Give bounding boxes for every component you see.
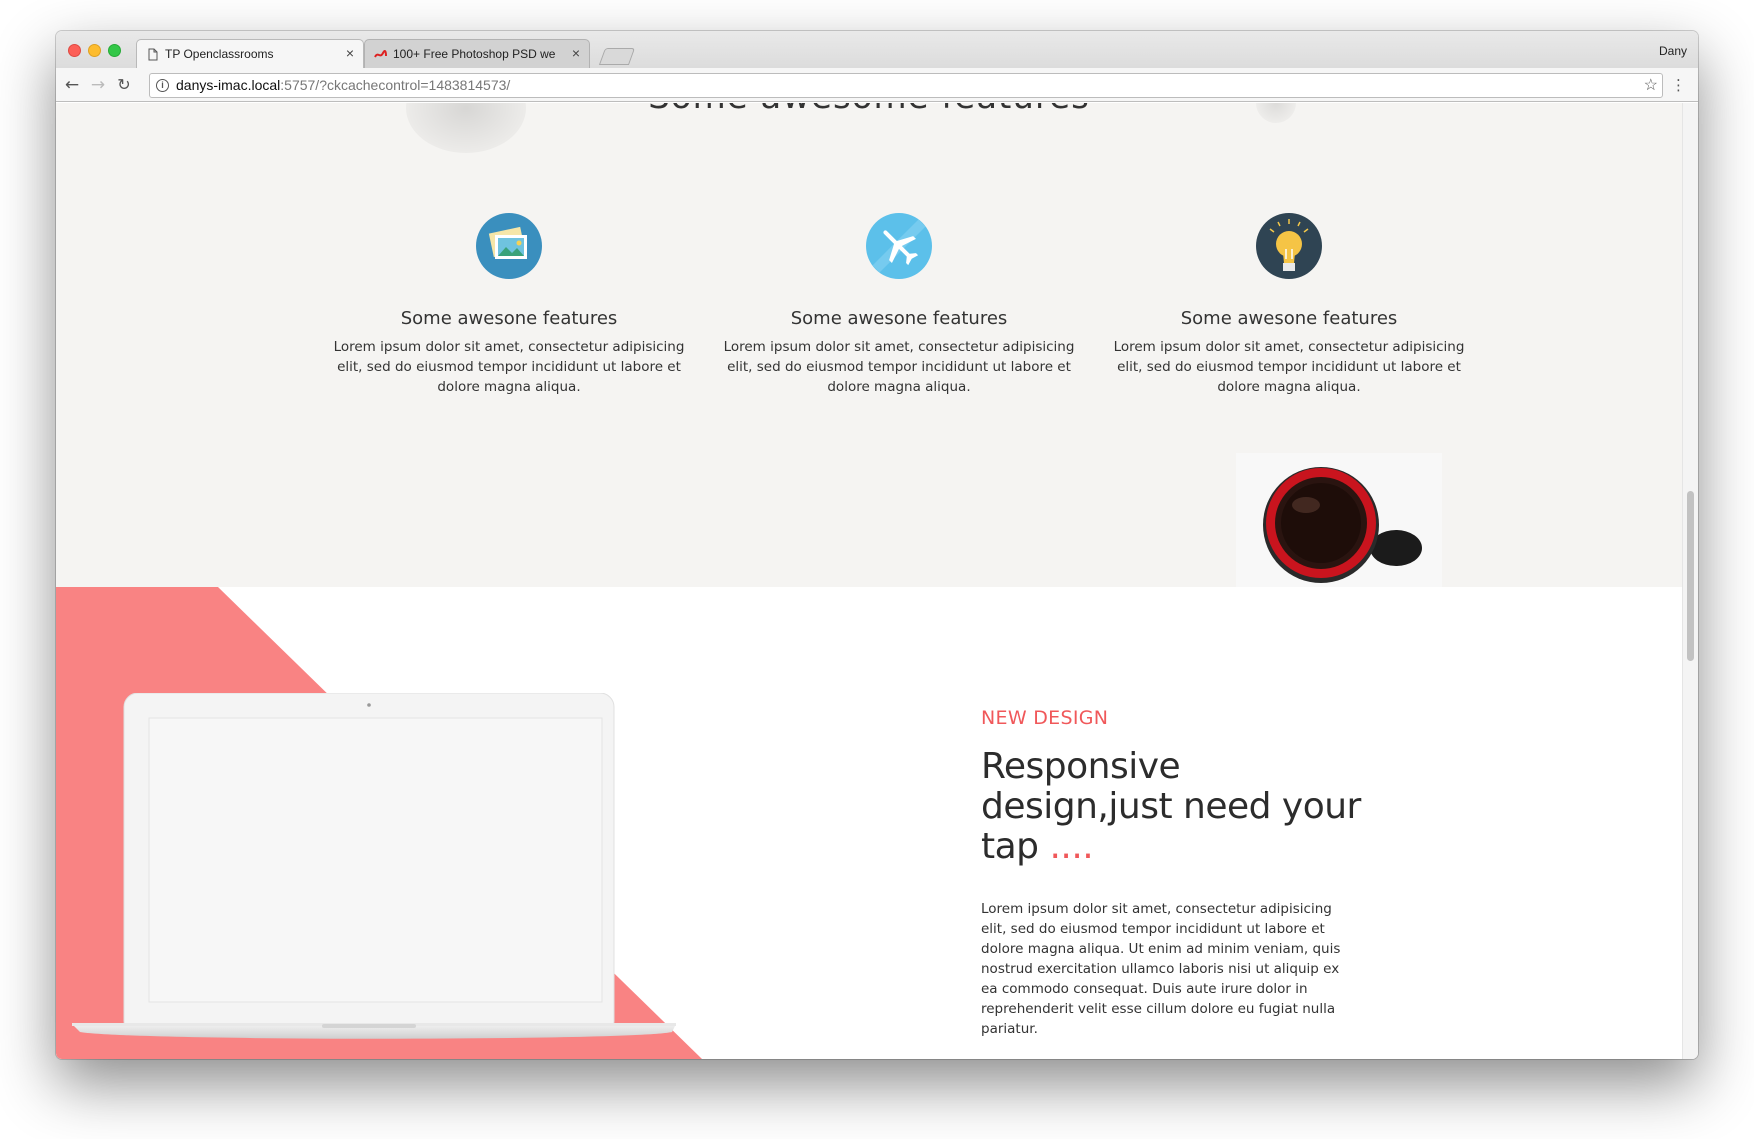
site-favicon-icon: [374, 49, 387, 58]
airplane-icon: [866, 213, 932, 279]
tab-openclassrooms[interactable]: TP Openclassrooms ×: [136, 39, 364, 68]
feature-title: Some awesone features: [1180, 308, 1398, 329]
feature-text: Lorem ipsum dolor sit amet, consectetur …: [333, 339, 685, 395]
feature-card: Some awesone features Lorem ipsum dolor …: [1109, 213, 1469, 397]
section-eyebrow: NEW DESIGN: [981, 707, 1109, 729]
bookmark-star-icon[interactable]: ☆: [1644, 74, 1658, 97]
feature-text: Lorem ipsum dolor sit amet, consectetur …: [1113, 339, 1465, 395]
address-bar[interactable]: i danys-imac.local:5757/?ckcachecontrol=…: [149, 73, 1663, 98]
back-icon[interactable]: ←: [62, 75, 82, 95]
page-icon: [148, 48, 158, 61]
browser-menu-icon[interactable]: ⋮: [1671, 75, 1686, 95]
zoom-window-button[interactable]: [108, 44, 121, 57]
feature-text: Lorem ipsum dolor sit amet, consectetur …: [723, 339, 1075, 395]
reload-icon[interactable]: ↻: [114, 75, 134, 95]
forward-icon[interactable]: →: [88, 75, 108, 95]
tab-photoshop-psd[interactable]: 100+ Free Photoshop PSD we ×: [364, 39, 590, 68]
laptop-mockup-image: [72, 693, 676, 1039]
new-design-section: NEW DESIGN Responsive design,just need y…: [56, 587, 1682, 1059]
info-icon[interactable]: i: [156, 79, 169, 92]
feature-title: Some awesone features: [400, 308, 618, 329]
close-window-button[interactable]: [68, 44, 81, 57]
coffee-cup-image: [1236, 453, 1442, 587]
features-section: Some awesome features Some awesone featu…: [56, 103, 1682, 587]
page-viewport: Some awesome features Some awesone featu…: [56, 103, 1682, 1059]
picture-icon: [476, 213, 542, 279]
feature-card: Some awesone features Lorem ipsum dolor …: [719, 213, 1079, 397]
close-tab-icon[interactable]: ×: [572, 45, 580, 61]
section-headline: Responsive design,just need your tap ...…: [981, 747, 1361, 867]
profile-name[interactable]: Dany: [1659, 44, 1687, 58]
tab-title: TP Openclassrooms: [165, 47, 274, 61]
tab-title: 100+ Free Photoshop PSD we: [393, 47, 556, 61]
feature-title: Some awesone features: [790, 308, 1008, 329]
browser-window: TP Openclassrooms × 100+ Free Photoshop …: [56, 31, 1698, 1059]
headline-dots: ....: [1038, 826, 1094, 867]
url-text[interactable]: danys-imac.local:5757/?ckcachecontrol=14…: [176, 74, 510, 97]
close-tab-icon[interactable]: ×: [346, 45, 354, 61]
scrollbar-thumb[interactable]: [1687, 491, 1694, 661]
features-heading: Some awesome features: [56, 103, 1682, 117]
section-body-text: Lorem ipsum dolor sit amet, consectetur …: [981, 901, 1341, 1037]
url-host: danys-imac.local: [176, 77, 281, 93]
url-path: :5757/?ckcachecontrol=1483814573/: [280, 77, 511, 93]
minimize-window-button[interactable]: [88, 44, 101, 57]
lightbulb-icon: [1256, 213, 1322, 279]
feature-card: Some awesone features Lorem ipsum dolor …: [329, 213, 689, 397]
browser-toolbar: ← → ↻ i danys-imac.local:5757/?ckcacheco…: [56, 68, 1698, 102]
new-tab-button[interactable]: [598, 48, 636, 65]
page-scrollbar[interactable]: [1682, 103, 1698, 1059]
title-bar: TP Openclassrooms × 100+ Free Photoshop …: [56, 31, 1698, 68]
